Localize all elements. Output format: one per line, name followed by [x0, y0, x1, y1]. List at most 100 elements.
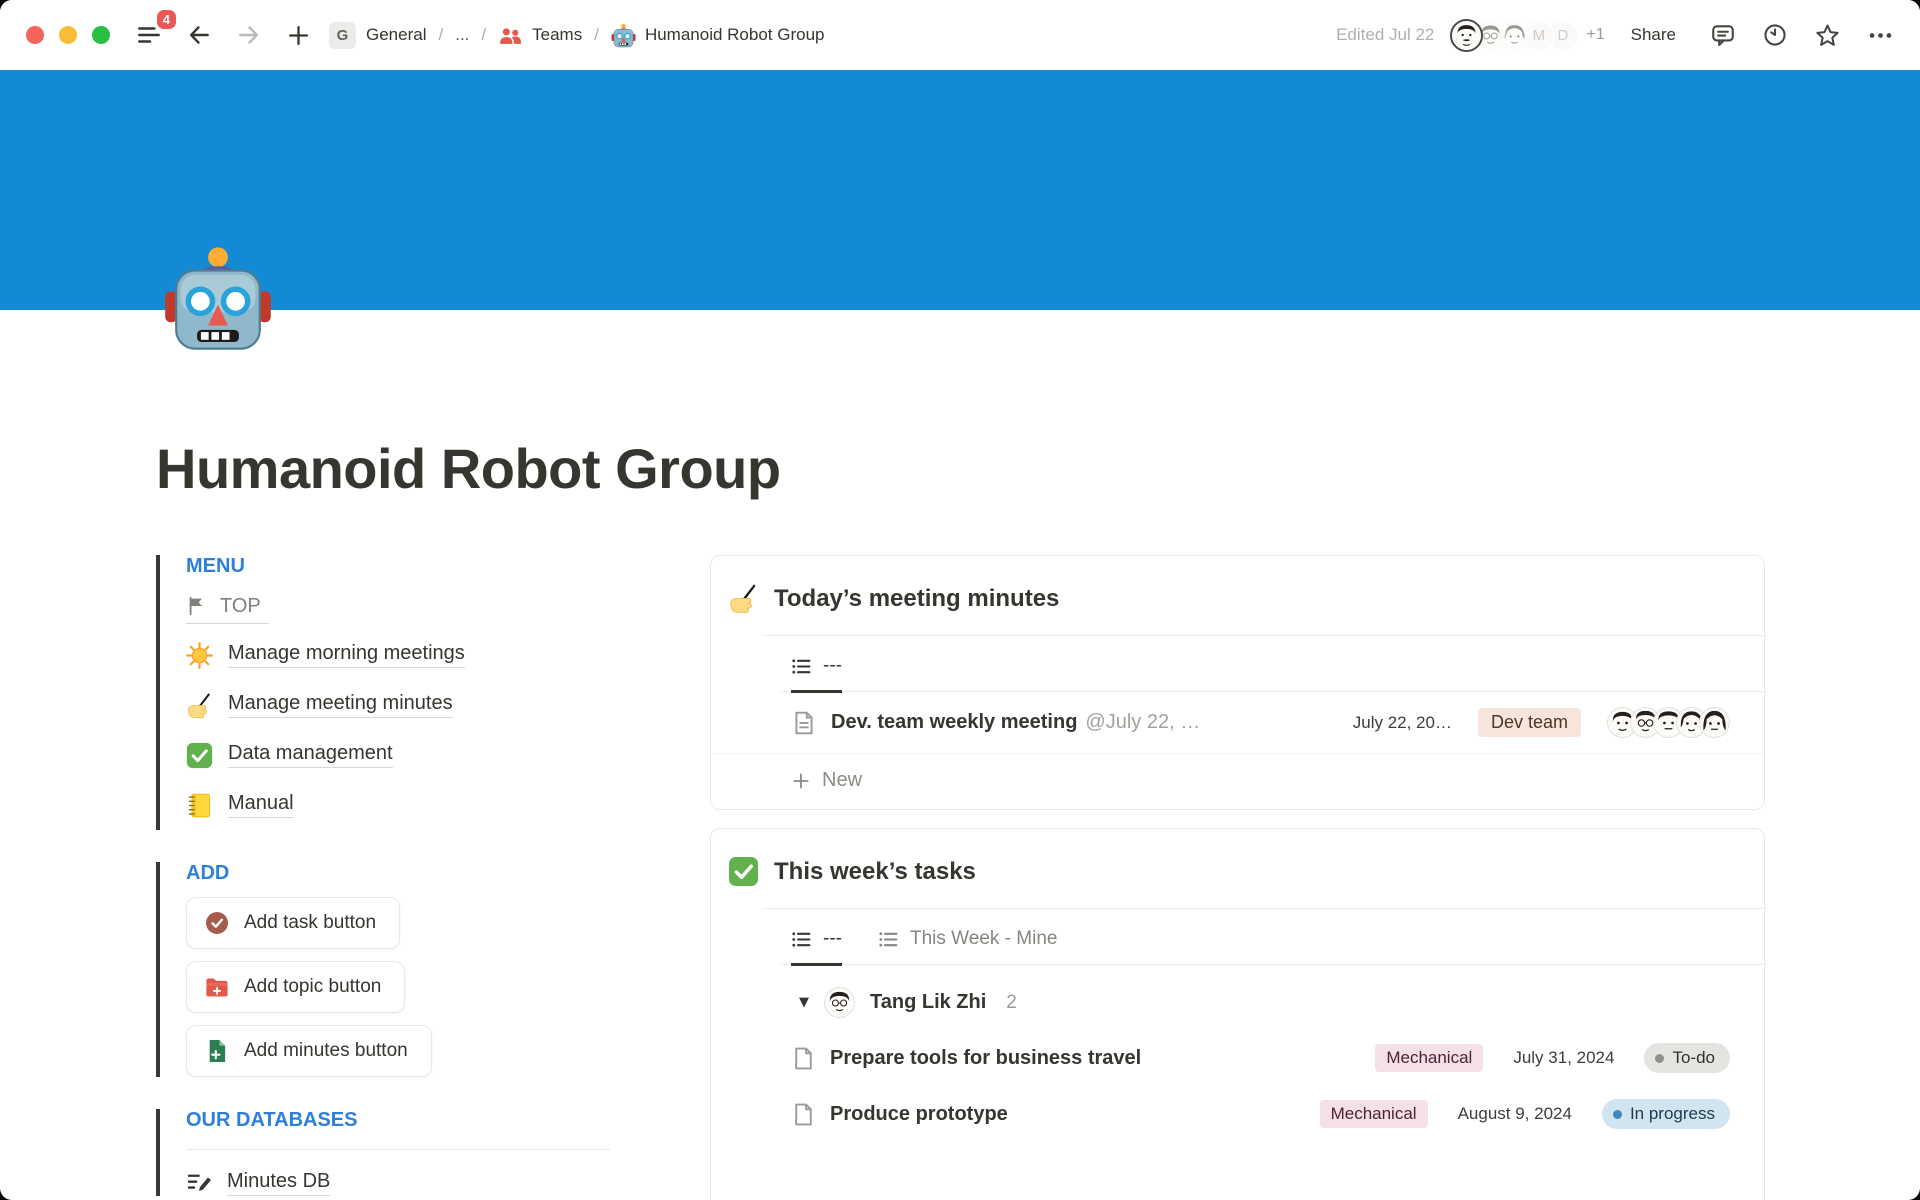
- category-tag: Mechanical: [1375, 1044, 1483, 1072]
- close-window-button[interactable]: [26, 26, 44, 44]
- due-date: July 31, 2024: [1513, 1048, 1614, 1068]
- task-title: Prepare tools for business travel: [830, 1047, 1141, 1070]
- edited-timestamp: Edited Jul 22: [1336, 25, 1434, 45]
- collapse-triangle-icon[interactable]: ▼: [799, 995, 809, 1010]
- back-icon[interactable]: [186, 22, 212, 48]
- status-dot: [1613, 1110, 1622, 1119]
- view-tab-default[interactable]: ---: [791, 655, 842, 693]
- database-item-label: Minutes DB: [227, 1170, 330, 1196]
- add-button-label: Add task button: [244, 912, 376, 934]
- status-badge: In progress: [1602, 1099, 1730, 1129]
- minutes-row-date-mention: @July 22, …: [1085, 711, 1200, 734]
- status-label: In progress: [1630, 1104, 1715, 1124]
- add-topic-button[interactable]: Add topic button: [186, 961, 405, 1013]
- status-badge: To-do: [1644, 1043, 1730, 1073]
- view-tab-label: This Week - Mine: [910, 928, 1057, 950]
- status-label: To-do: [1672, 1048, 1715, 1068]
- breadcrumb-ellipsis[interactable]: ...: [455, 25, 469, 45]
- view-tab-label: ---: [823, 655, 842, 677]
- breadcrumb-page[interactable]: Humanoid Robot Group: [611, 23, 825, 48]
- minutes-row-title: Dev. team weekly meeting: [831, 711, 1077, 734]
- more-options-icon[interactable]: [1867, 22, 1894, 49]
- category-tag: Mechanical: [1320, 1100, 1428, 1128]
- robot-icon: [611, 23, 636, 48]
- task-row[interactable]: Produce prototype Mechanical August 9, 2…: [711, 1086, 1764, 1142]
- tasks-card-header: This week’s tasks: [711, 829, 1764, 908]
- writing-hand-icon: [728, 583, 759, 614]
- forward-icon[interactable]: [236, 22, 262, 48]
- plus-icon: [791, 771, 811, 791]
- breadcrumb-teams[interactable]: Teams: [498, 23, 582, 48]
- sidebar-item-manual[interactable]: Manual: [186, 780, 616, 830]
- breadcrumb-page-label: Humanoid Robot Group: [645, 25, 825, 45]
- breadcrumb-general[interactable]: General: [366, 25, 426, 45]
- minutes-view-tabs: ---: [781, 636, 1764, 692]
- tabs-count-badge: 4: [157, 10, 176, 29]
- new-tab-icon[interactable]: [286, 23, 311, 48]
- menu-section: MENU TOP: [156, 555, 616, 830]
- list-view-icon: [878, 929, 899, 950]
- add-task-button[interactable]: Add task button: [186, 897, 400, 949]
- page-icon: [791, 1102, 816, 1127]
- sidebar-item-minutes-db[interactable]: Minutes DB: [186, 1169, 616, 1196]
- viewer-avatar-stack[interactable]: M D: [1450, 19, 1579, 52]
- databases-heading: OUR DATABASES: [186, 1109, 616, 1132]
- app-window: 4 G General / ... /: [0, 0, 1920, 1200]
- list-pencil-icon: [186, 1169, 213, 1196]
- avatar: [1699, 707, 1730, 738]
- writing-hand-icon: [186, 692, 213, 719]
- minutes-card-header: Today’s meeting minutes: [711, 556, 1764, 635]
- document-icon: [791, 710, 817, 736]
- task-title: Produce prototype: [830, 1103, 1008, 1126]
- avatar-overflow-count[interactable]: +1: [1586, 26, 1604, 44]
- group-header-row[interactable]: ▼ Tang Lik Zhi 2: [711, 965, 1764, 1030]
- breadcrumb-separator: /: [594, 25, 599, 45]
- comments-icon[interactable]: [1710, 22, 1736, 48]
- list-view-icon: [791, 929, 812, 950]
- top-label: TOP: [220, 595, 261, 618]
- page-robot-icon[interactable]: [163, 243, 273, 353]
- cover-banner[interactable]: [0, 70, 1920, 310]
- menu-item-label: Manual: [228, 792, 294, 818]
- add-section: ADD Add task button: [156, 862, 616, 1077]
- weekly-tasks-card: This week’s tasks ---: [710, 828, 1765, 1200]
- breadcrumb-separator: /: [481, 25, 486, 45]
- meeting-minutes-card: Today’s meeting minutes ---: [710, 555, 1765, 810]
- task-row[interactable]: Prepare tools for business travel Mechan…: [711, 1030, 1764, 1086]
- sidebar-item-manage-meeting-minutes[interactable]: Manage meeting minutes: [186, 680, 616, 730]
- group-count: 2: [1006, 992, 1017, 1014]
- zoom-window-button[interactable]: [92, 26, 110, 44]
- sidebar-toggle-icon[interactable]: 4: [136, 22, 162, 48]
- sidebar-item-data-management[interactable]: Data management: [186, 730, 616, 780]
- add-heading: ADD: [186, 862, 616, 885]
- updates-clock-icon[interactable]: [1762, 22, 1788, 48]
- new-row-label: New: [822, 769, 862, 792]
- brown-circle-check-icon: [204, 910, 230, 936]
- red-folder-plus-icon: [204, 974, 230, 1000]
- toolbar-right: Edited Jul 22: [1336, 19, 1894, 52]
- add-button-label: Add minutes button: [244, 1040, 408, 1062]
- workspace-icon[interactable]: G: [329, 22, 356, 49]
- page-icon: [791, 1046, 816, 1071]
- favorite-star-icon[interactable]: [1814, 22, 1841, 49]
- view-tab-this-week-mine[interactable]: This Week - Mine: [878, 928, 1057, 966]
- flag-icon: [186, 595, 208, 617]
- minimize-window-button[interactable]: [59, 26, 77, 44]
- list-view-icon: [791, 656, 812, 677]
- minutes-card-title: Today’s meeting minutes: [774, 585, 1059, 613]
- add-minutes-button[interactable]: Add minutes button: [186, 1025, 432, 1077]
- green-check-icon: [186, 742, 213, 769]
- sun-icon: [186, 642, 213, 669]
- breadcrumb-teams-label: Teams: [532, 25, 582, 45]
- tasks-view-tabs: --- This Week - Mine: [781, 909, 1764, 965]
- minutes-table-row[interactable]: Dev. team weekly meeting @July 22, … Jul…: [711, 692, 1764, 754]
- share-button[interactable]: Share: [1631, 25, 1676, 45]
- page-title: Humanoid Robot Group: [156, 436, 1765, 501]
- view-tab-default[interactable]: ---: [791, 928, 842, 966]
- sidebar-item-top[interactable]: TOP: [186, 595, 269, 624]
- group-name: Tang Lik Zhi: [870, 991, 986, 1014]
- new-row-button[interactable]: New: [711, 754, 1764, 809]
- breadcrumb: G General / ... / Teams /: [329, 22, 824, 49]
- sidebar-item-manage-morning-meetings[interactable]: Manage morning meetings: [186, 630, 616, 680]
- avatar: [1450, 19, 1483, 52]
